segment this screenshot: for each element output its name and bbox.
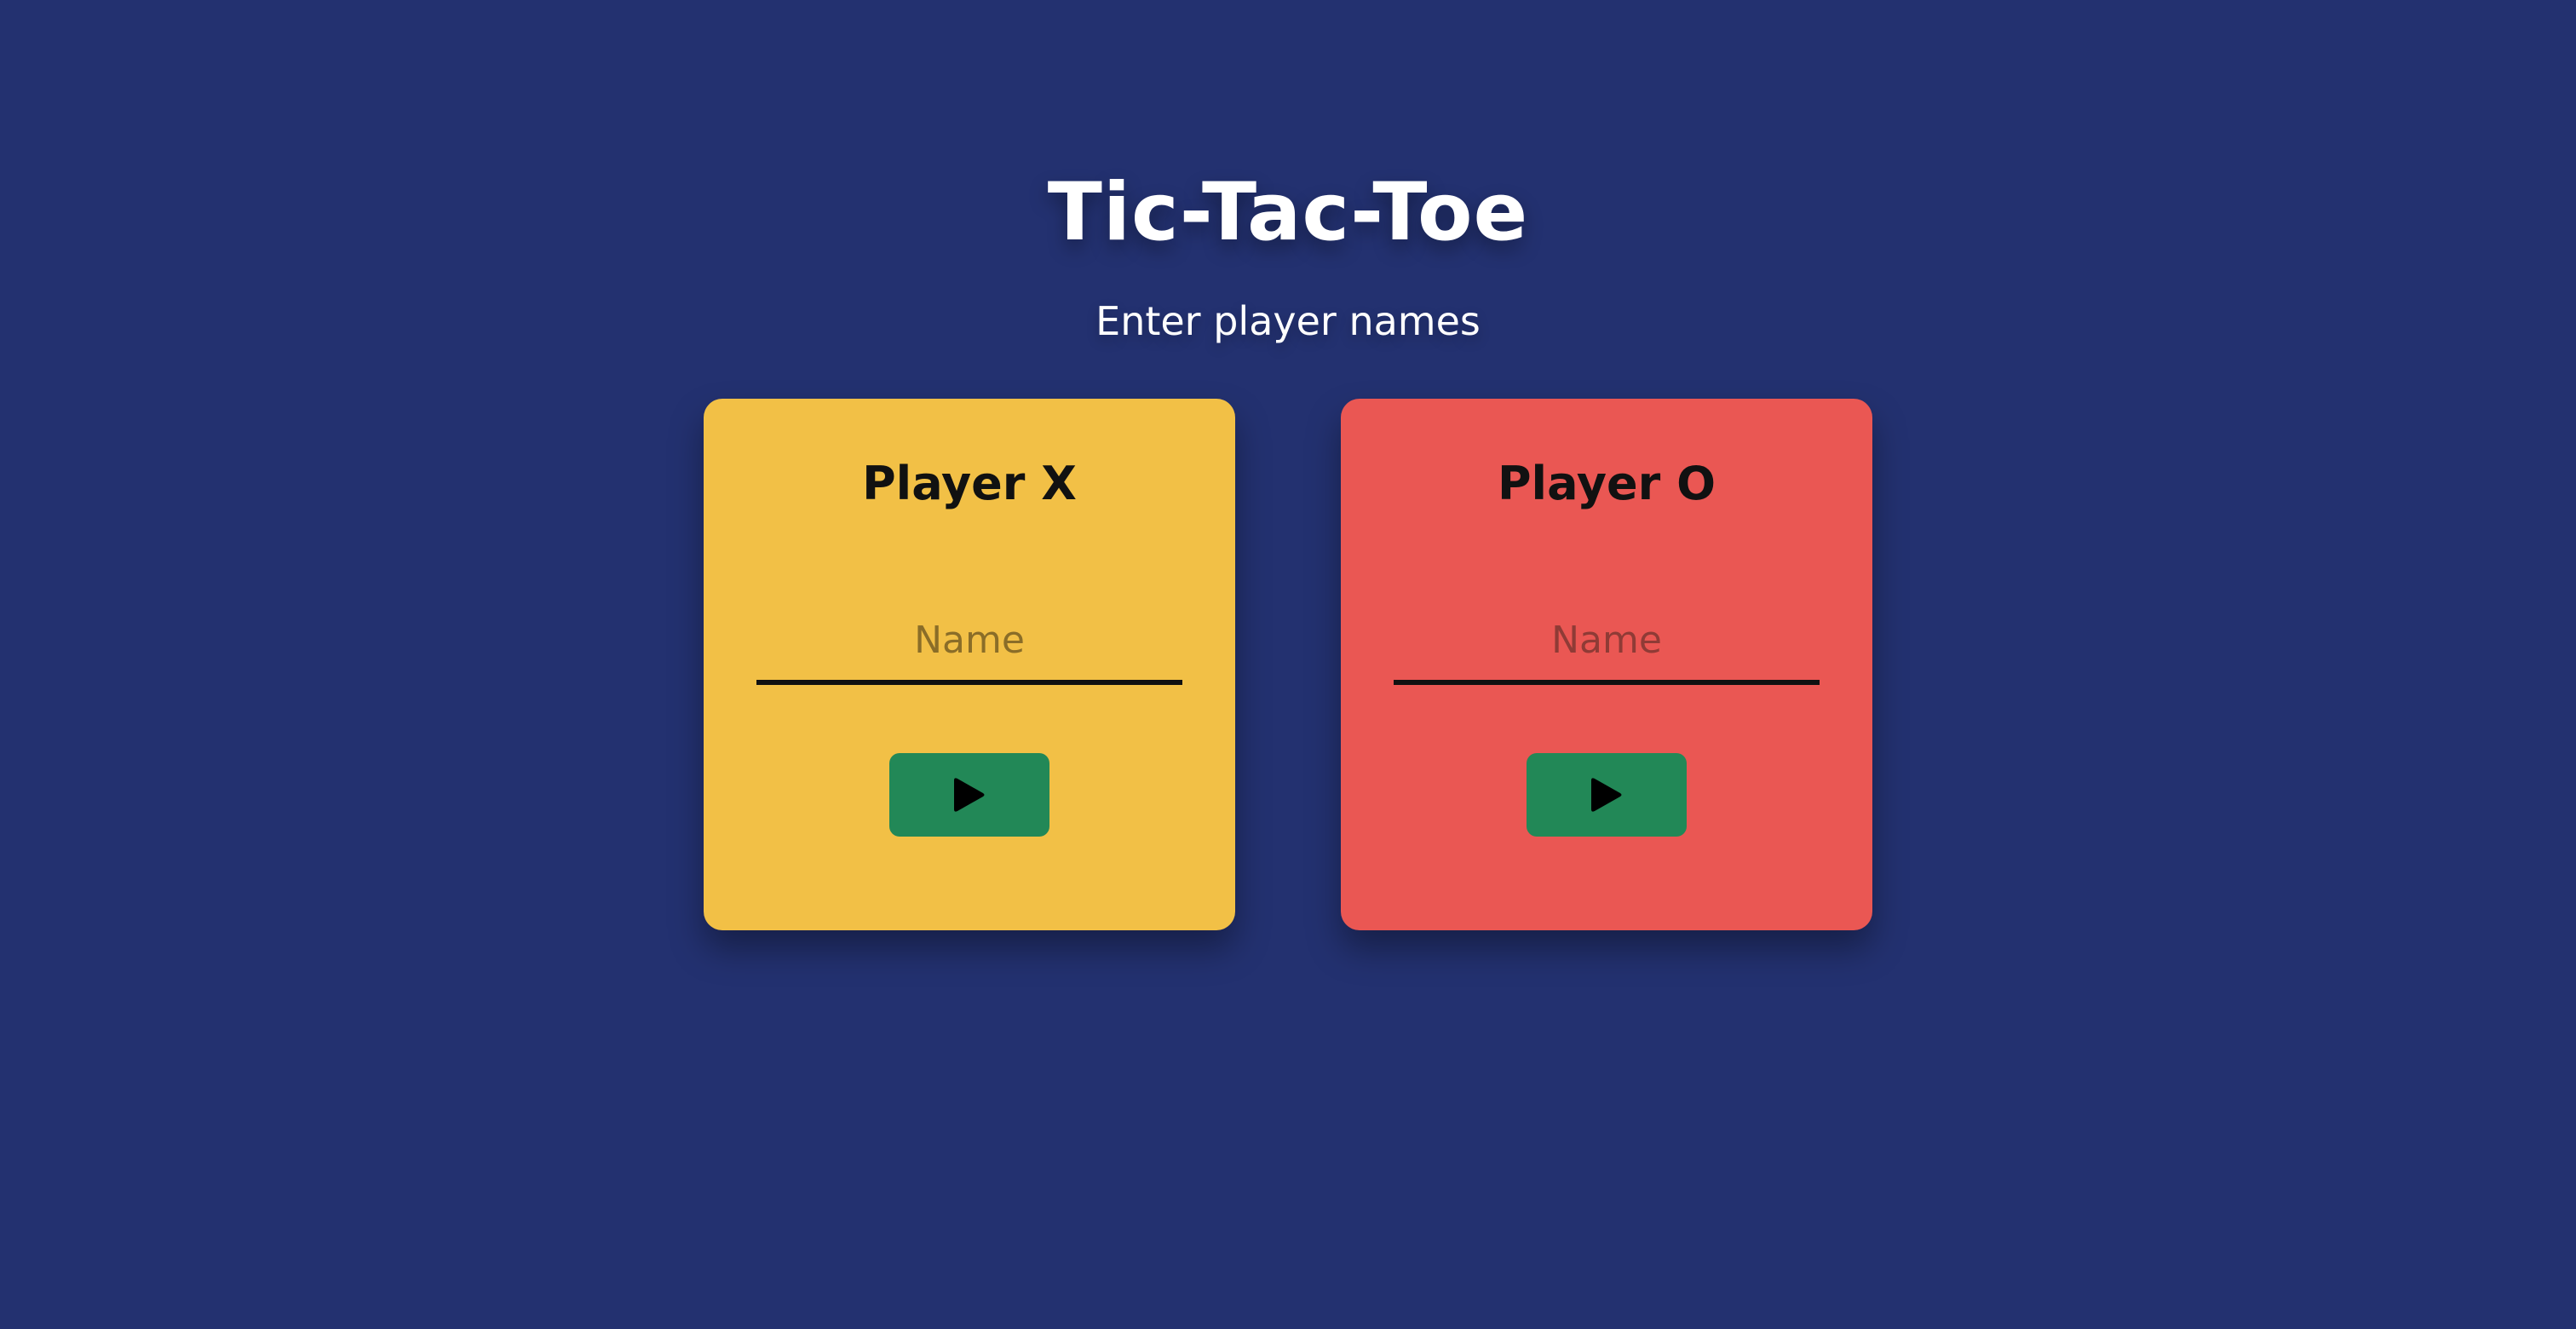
- play-icon: [1591, 778, 1622, 812]
- player-x-play-button[interactable]: [889, 753, 1049, 837]
- player-x-label: Player X: [862, 457, 1077, 510]
- player-x-name-input[interactable]: [756, 600, 1182, 685]
- page-subtitle: Enter player names: [1095, 298, 1481, 344]
- play-icon: [954, 778, 985, 812]
- player-o-card: Player O: [1341, 399, 1872, 930]
- player-o-play-button[interactable]: [1527, 753, 1687, 837]
- player-o-name-input[interactable]: [1394, 600, 1820, 685]
- player-o-label: Player O: [1497, 457, 1716, 510]
- page-title: Tic-Tac-Toe: [1047, 166, 1529, 259]
- player-x-card: Player X: [704, 399, 1235, 930]
